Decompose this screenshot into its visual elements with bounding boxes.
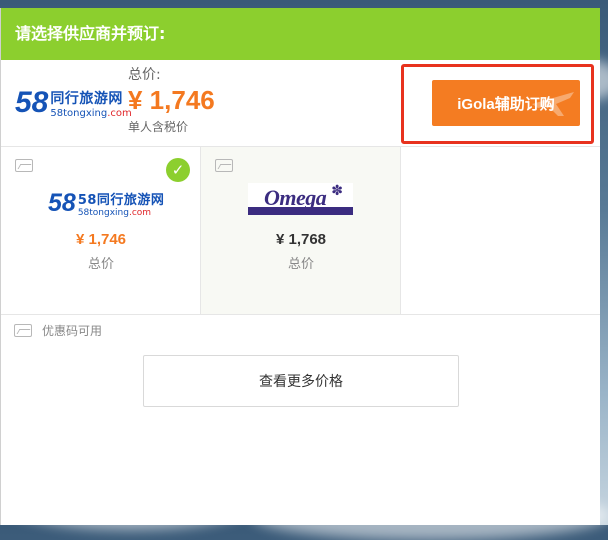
supplier-logo-58tongxing: 58 同行旅游网 58tongxing.com [15, 86, 132, 119]
palm-tree-icon: ✽ [331, 183, 343, 199]
panel-header: 请选择供应商并预订: [1, 8, 600, 60]
supplier-price: ¥ 1,768 [275, 231, 327, 248]
total-label: 总价: [128, 67, 161, 83]
supplier-logo-omega: Omega ✽ [248, 183, 353, 215]
image-placeholder-icon [15, 159, 33, 172]
selected-check-icon: ✓ [166, 158, 190, 182]
coupon-available: 优惠码可用 [14, 322, 102, 339]
supplier-price-label: 总价 [87, 257, 114, 272]
supplier-price-label: 总价 [287, 257, 314, 272]
price-summary: 58 同行旅游网 58tongxing.com 总价: ¥ 1,746 单人含税… [1, 60, 600, 147]
image-placeholder-icon [215, 159, 233, 172]
coupon-label: 优惠码可用 [42, 324, 103, 338]
supplier-logo-58tongxing-small: 58 58同行旅游网 58tongxing.com [48, 189, 165, 218]
igola-book-button[interactable]: iGola辅助订购 [432, 80, 580, 126]
supplier-list: ✓ 58 58同行旅游网 58tongxing.com ¥ 1,746 总价 ¥… [1, 147, 600, 315]
supplier-card-omega[interactable]: ¥ 1,768 总价 [201, 147, 401, 314]
booking-panel: 请选择供应商并预订: 58 同行旅游网 58tongxing.com 总价: ¥… [0, 8, 600, 525]
book-button-label: iGola辅助订购 [457, 95, 555, 113]
supplier-card-58tongxing[interactable]: ✓ 58 58同行旅游网 58tongxing.com ¥ 1,746 总价 [1, 147, 201, 314]
total-price: ¥ 1,746 [128, 85, 215, 115]
more-prices-button[interactable]: 查看更多价格 [143, 355, 459, 407]
supplier-price: ¥ 1,746 [75, 231, 127, 248]
tax-note: 单人含税价 [128, 120, 189, 134]
coupon-icon [14, 324, 32, 337]
